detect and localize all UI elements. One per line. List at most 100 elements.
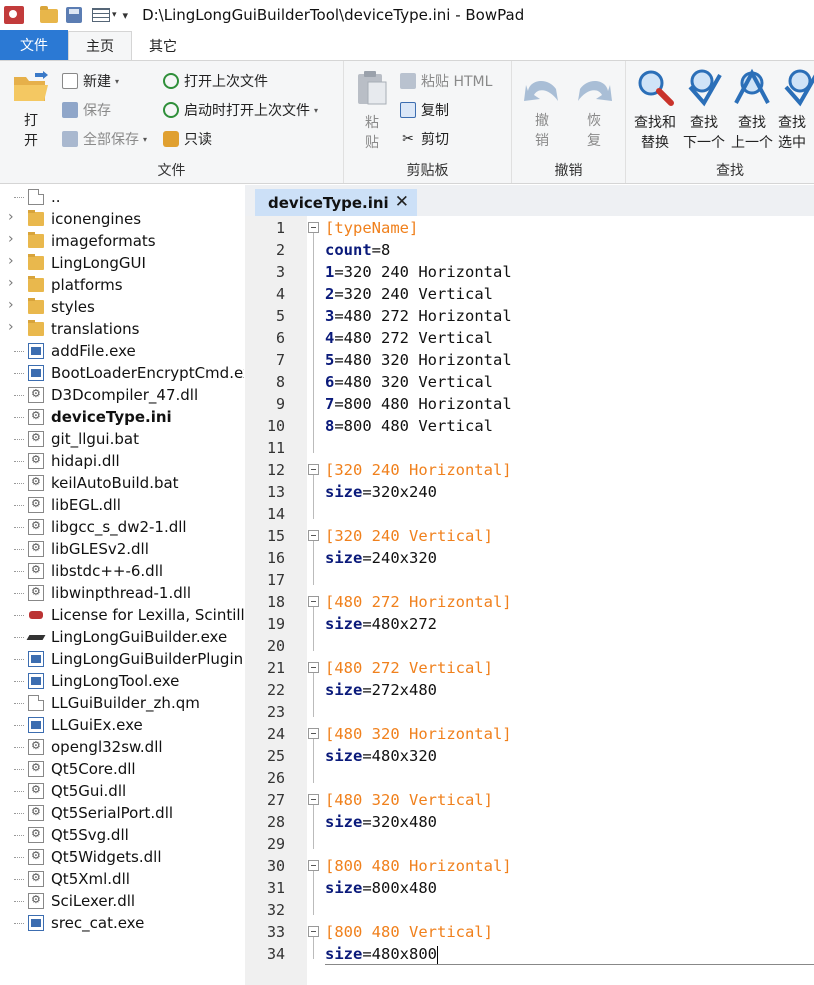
- tree-file[interactable]: License for Lexilla, Scintilla: [0, 604, 244, 626]
- fold-toggle-icon[interactable]: [308, 530, 319, 541]
- tree-folder[interactable]: › translations: [0, 318, 244, 340]
- undo-button[interactable]: 撤 销: [520, 71, 564, 151]
- tree-file[interactable]: Qt5Gui.dll: [0, 780, 244, 802]
- expand-chevron-icon[interactable]: ›: [8, 297, 14, 313]
- tree-file[interactable]: LingLongTool.exe: [0, 670, 244, 692]
- reopen-startup-dropdown-icon: ▾: [314, 105, 319, 115]
- file-icon: [28, 189, 44, 205]
- fold-toggle-icon[interactable]: [308, 662, 319, 673]
- cut-button[interactable]: ✂ 剪切: [400, 129, 449, 149]
- code-line: 5=480 320 Horizontal: [325, 349, 512, 371]
- code-editor[interactable]: [typeName] count=8 1=320 240 Horizontal 2=3…: [325, 216, 814, 985]
- save-all-button[interactable]: 全部保存 ▾: [62, 129, 147, 149]
- tree-file[interactable]: keilAutoBuild.bat: [0, 472, 244, 494]
- tree-item-label: translations: [51, 320, 140, 338]
- tree-folder[interactable]: › iconengines: [0, 208, 244, 230]
- tab-devicetype-ini[interactable]: deviceType.ini ✕: [255, 189, 417, 216]
- tree-file[interactable]: Qt5Core.dll: [0, 758, 244, 780]
- fold-toggle-icon[interactable]: [308, 464, 319, 475]
- tree-file[interactable]: libstdc++-6.dll: [0, 560, 244, 582]
- tree-folder[interactable]: › styles: [0, 296, 244, 318]
- tree-item-label: hidapi.dll: [51, 452, 120, 470]
- tree-file[interactable]: LLGuiEx.exe: [0, 714, 244, 736]
- fold-toggle-icon[interactable]: [308, 794, 319, 805]
- expand-chevron-icon[interactable]: ›: [8, 319, 14, 335]
- tree-file[interactable]: LingLongGuiBuilderPluginI: [0, 648, 244, 670]
- reopen-startup-button[interactable]: 启动时打开上次文件 ▾: [163, 100, 318, 120]
- executable-icon: [28, 717, 44, 733]
- tree-file[interactable]: libwinpthread-1.dll: [0, 582, 244, 604]
- find-next-button[interactable]: 查找 下一个: [682, 67, 726, 153]
- ini-value: =800x480: [362, 879, 437, 897]
- paste-button[interactable]: 粘 贴: [352, 69, 392, 153]
- find-prev-button[interactable]: 查找 上一个: [730, 67, 774, 153]
- find-replace-button[interactable]: 查找和 替换: [630, 67, 680, 153]
- expand-chevron-icon[interactable]: ›: [8, 253, 14, 269]
- tree-file[interactable]: hidapi.dll: [0, 450, 244, 472]
- tree-file[interactable]: BootLoaderEncryptCmd.ex: [0, 362, 244, 384]
- tree-file[interactable]: Qt5Svg.dll: [0, 824, 244, 846]
- tree-file[interactable]: D3Dcompiler_47.dll: [0, 384, 244, 406]
- line-number: 12: [266, 461, 285, 479]
- list-icon[interactable]: ▾: [92, 6, 117, 24]
- tab-home[interactable]: 主页: [68, 31, 132, 60]
- open-folder-icon[interactable]: [40, 6, 60, 24]
- save-all-icon: [62, 131, 78, 147]
- ini-key: size: [325, 483, 363, 501]
- tree-file[interactable]: git_llgui.bat: [0, 428, 244, 450]
- new-button[interactable]: 新建 ▾: [62, 71, 119, 91]
- open-button[interactable]: 打 开: [8, 69, 54, 151]
- fold-toggle-icon[interactable]: [308, 222, 319, 233]
- tree-file[interactable]: libGLESv2.dll: [0, 538, 244, 560]
- save-icon[interactable]: [66, 6, 86, 24]
- tree-folder[interactable]: › LingLongGUI: [0, 252, 244, 274]
- tree-file[interactable]: srec_cat.exe: [0, 912, 244, 934]
- customize-toolbar-dropdown-icon[interactable]: ▾: [123, 9, 129, 22]
- line-number: 13: [266, 483, 285, 501]
- expand-chevron-icon[interactable]: ›: [8, 209, 14, 225]
- readonly-button[interactable]: 只读: [163, 129, 212, 149]
- file-tree[interactable]: .. › iconengines › imageformats › LingLongGUI ›…: [0, 185, 244, 985]
- tree-file[interactable]: ..: [0, 186, 244, 208]
- tree-file[interactable]: Qt5Widgets.dll: [0, 846, 244, 868]
- tree-file[interactable]: SciLexer.dll: [0, 890, 244, 912]
- tree-file[interactable]: opengl32sw.dll: [0, 736, 244, 758]
- fold-toggle-icon[interactable]: [308, 926, 319, 937]
- tree-folder[interactable]: › imageformats: [0, 230, 244, 252]
- tree-file[interactable]: Qt5SerialPort.dll: [0, 802, 244, 824]
- ini-value: =320 240 Vertical: [334, 285, 493, 303]
- file-icon: [28, 541, 44, 557]
- close-icon[interactable]: ✕: [395, 192, 409, 212]
- tree-file[interactable]: Qt5Xml.dll: [0, 868, 244, 890]
- tree-item-label: LLGuiEx.exe: [51, 716, 143, 734]
- tree-file[interactable]: libEGL.dll: [0, 494, 244, 516]
- redo-button[interactable]: 恢 复: [572, 71, 616, 151]
- reopen-last-button[interactable]: 打开上次文件: [163, 71, 268, 91]
- fold-toggle-icon[interactable]: [308, 596, 319, 607]
- paste-html-button[interactable]: 粘贴 HTML: [400, 71, 492, 91]
- tree-file[interactable]: addFile.exe: [0, 340, 244, 362]
- tab-file[interactable]: 文件: [0, 30, 68, 60]
- file-icon: [28, 431, 44, 447]
- tree-item-label: SciLexer.dll: [51, 892, 136, 910]
- tree-file[interactable]: deviceType.ini: [0, 406, 244, 428]
- tab-other[interactable]: 其它: [132, 31, 194, 60]
- current-line-highlight: [325, 943, 814, 965]
- fold-toggle-icon[interactable]: [308, 860, 319, 871]
- app-icon[interactable]: [4, 6, 24, 24]
- save-button[interactable]: 保存: [62, 100, 111, 120]
- expand-chevron-icon[interactable]: ›: [8, 231, 14, 247]
- tree-file[interactable]: LLGuiBuilder_zh.qm: [0, 692, 244, 714]
- tree-folder[interactable]: › platforms: [0, 274, 244, 296]
- find-prev-icon: [734, 68, 770, 104]
- ribbon-tabs: 文件 主页 其它: [0, 30, 814, 60]
- tree-file[interactable]: libgcc_s_dw2-1.dll: [0, 516, 244, 538]
- copy-button[interactable]: 复制: [400, 100, 449, 120]
- code-line: 4=480 272 Vertical: [325, 327, 493, 349]
- fold-toggle-icon[interactable]: [308, 728, 319, 739]
- fold-guide: [313, 739, 314, 783]
- paste-html-label: 粘贴 HTML: [421, 74, 493, 90]
- find-selection-button[interactable]: 查找 选中: [778, 67, 814, 153]
- tree-file[interactable]: LingLongGuiBuilder.exe: [0, 626, 244, 648]
- expand-chevron-icon[interactable]: ›: [8, 275, 14, 291]
